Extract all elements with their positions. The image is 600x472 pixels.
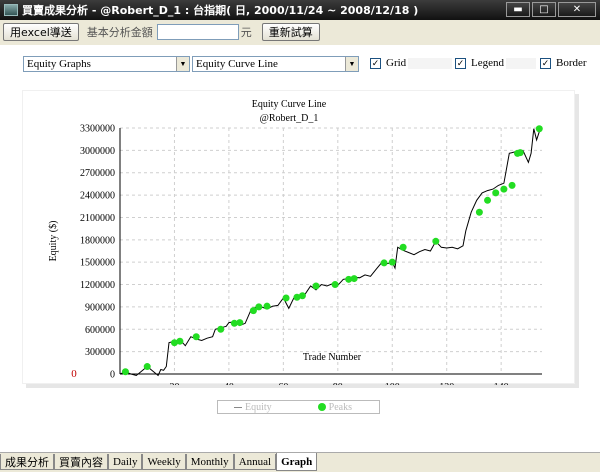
y-tick-label: 1200000 <box>80 280 115 291</box>
x-axis-label: Trade Number <box>303 352 362 363</box>
peak-point <box>350 275 358 283</box>
checkmark-icon[interactable]: ✓ <box>540 57 551 69</box>
grid-lines <box>120 127 542 374</box>
chart-container: Equity Curve Line @Robert_D_1 Equity ($)… <box>22 90 575 393</box>
y-tick-label: 2700000 <box>80 168 115 179</box>
legend-label: Legend <box>471 57 504 69</box>
y-tick-label: 1800000 <box>80 235 115 246</box>
recalculate-button[interactable]: 重新試算 <box>261 23 320 41</box>
peak-point <box>432 237 440 245</box>
chart-subtitle: @Robert_D_1 <box>260 113 319 124</box>
minimize-icon[interactable]: ▬ <box>506 2 530 17</box>
window-title: 買賣成果分析 - @Robert_D_1 : 台指期( 日, 2000/11/2… <box>22 4 419 17</box>
y-tick-label: 300000 <box>85 347 115 358</box>
peak-point <box>535 125 543 133</box>
graph-panel: Equity Graphs ▼ Equity Curve Line ▼ ✓ Gr… <box>0 45 600 452</box>
app-icon <box>4 4 18 16</box>
tab-graph[interactable]: Graph <box>276 453 318 471</box>
toolbar: 用excel導送 基本分析金額 元 重新試算 <box>0 20 600 44</box>
y-tick-label: 3000000 <box>80 146 115 157</box>
graph-type-select[interactable]: Equity Curve Line ▼ <box>192 56 359 72</box>
peak-point <box>331 281 339 289</box>
tab-monthly[interactable]: Monthly <box>185 454 234 470</box>
border-label: Border <box>556 57 587 69</box>
y-axis-label: Equity ($) <box>48 221 59 262</box>
y-tick-labels: 0 300000 600000 900000 1200000 1500000 1800000… <box>80 124 115 381</box>
bottom-tab-bar: 成果分析 買賣內容 Daily Weekly Monthly Annual Gr… <box>0 452 600 472</box>
y-tick-label: 2100000 <box>80 213 115 224</box>
peak-point <box>121 368 129 376</box>
peak-point <box>399 243 407 251</box>
peak-point <box>492 189 500 197</box>
checkmark-icon[interactable]: ✓ <box>370 57 381 69</box>
peak-point <box>217 325 225 333</box>
x-tick-label: 100 <box>385 382 400 385</box>
axes <box>119 128 542 375</box>
border-checkbox[interactable]: ✓ Border <box>540 56 587 70</box>
equity-chart: Equity Curve Line @Robert_D_1 Equity ($)… <box>48 99 543 393</box>
grid-checkbox[interactable]: ✓ Grid <box>370 56 453 70</box>
peak-point <box>255 303 263 311</box>
peak-point <box>484 196 492 204</box>
chart-legend: Equity Peaks <box>217 400 380 414</box>
y-tick-label: 3300000 <box>80 124 115 135</box>
y-tick-label: 1500000 <box>80 258 115 269</box>
export-excel-button[interactable]: 用excel導送 <box>3 23 79 41</box>
peak-point <box>516 149 524 157</box>
peak-point <box>176 337 184 345</box>
peak-point <box>236 319 244 327</box>
tab-daily[interactable]: Daily <box>108 454 143 470</box>
peak-point <box>263 302 271 310</box>
graph-category-select[interactable]: Equity Graphs ▼ <box>23 56 190 72</box>
peaks-legend-label: Peaks <box>328 401 353 413</box>
tab-annual[interactable]: Annual <box>233 454 277 470</box>
x-tick-label: 40 <box>224 382 234 385</box>
x-tick-labels: 20 40 60 80 100 120 140 <box>169 382 509 393</box>
peak-point <box>192 333 200 341</box>
chevron-down-icon[interactable]: ▼ <box>176 57 189 71</box>
legend-checkbox[interactable]: ✓ Legend <box>455 56 536 70</box>
tab-weekly[interactable]: Weekly <box>142 454 186 470</box>
peak-point <box>298 292 306 300</box>
chevron-down-icon[interactable]: ▼ <box>345 57 358 71</box>
window-controls: ▬ □ ✕ <box>506 2 596 17</box>
y-tick-label: 0 <box>110 370 115 381</box>
unit-label: 元 <box>240 26 252 39</box>
tab-performance[interactable]: 成果分析 <box>0 454 54 470</box>
title-bar: 買賣成果分析 - @Robert_D_1 : 台指期( 日, 2000/11/2… <box>0 0 600 20</box>
x-tick-label: 60 <box>278 382 288 385</box>
peak-point <box>312 282 320 290</box>
tab-trades[interactable]: 買賣內容 <box>54 454 108 470</box>
graph-type-value: Equity Curve Line <box>196 58 278 70</box>
peak-point <box>508 181 516 189</box>
x-tick-label: 140 <box>494 382 509 385</box>
maximize-icon[interactable]: □ <box>532 2 556 17</box>
peak-point <box>475 208 483 216</box>
grid-label: Grid <box>386 57 407 69</box>
equity-legend-label: Equity <box>245 401 272 413</box>
peak-point <box>388 258 396 266</box>
checkmark-icon[interactable]: ✓ <box>455 57 466 69</box>
equity-legend-swatch <box>234 406 242 408</box>
y-tick-label: 600000 <box>85 325 115 336</box>
equity-series <box>119 128 540 377</box>
y-tick-label: 2400000 <box>80 191 115 202</box>
x-tick-label: 120 <box>439 382 454 385</box>
peak-point <box>380 259 388 267</box>
peak-point <box>282 294 290 302</box>
peak-point <box>143 363 151 371</box>
y-tick-label: 900000 <box>85 302 115 313</box>
capital-label: 基本分析金額 <box>86 26 153 39</box>
equity-line <box>119 128 540 377</box>
peaks-series <box>121 125 543 376</box>
peak-point <box>500 185 508 193</box>
zero-marker-label: 0 <box>71 368 77 380</box>
x-tick-label: 80 <box>333 382 343 385</box>
chart-title: Equity Curve Line <box>252 99 327 110</box>
graph-category-value: Equity Graphs <box>27 58 91 70</box>
x-tick-label: 20 <box>169 382 179 385</box>
close-icon[interactable]: ✕ <box>558 2 596 17</box>
peaks-legend-swatch <box>317 403 326 411</box>
capital-input[interactable] <box>156 24 239 40</box>
